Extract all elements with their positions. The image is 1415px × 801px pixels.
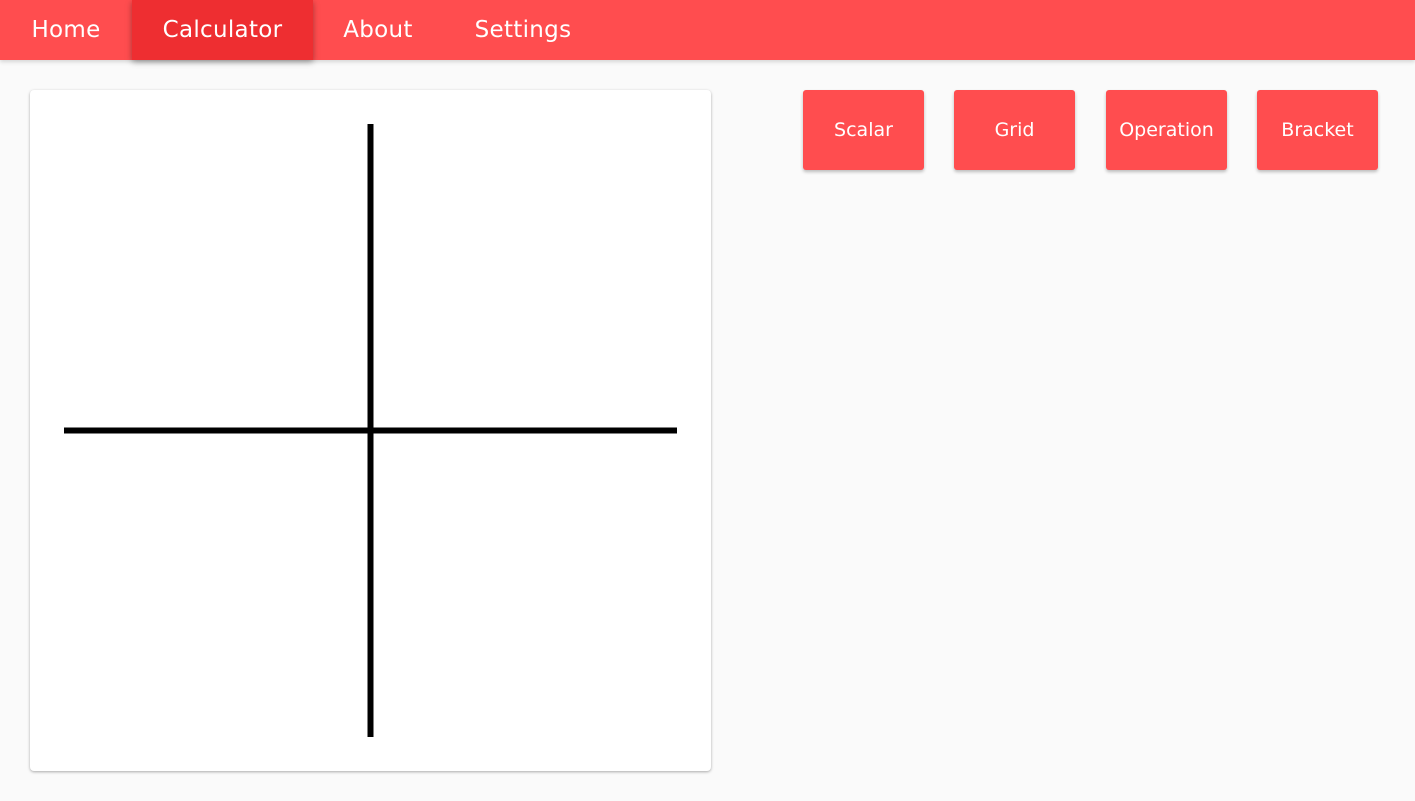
nav-calculator[interactable]: Calculator bbox=[132, 0, 313, 60]
grid-button[interactable]: Grid bbox=[954, 90, 1075, 170]
nav-home[interactable]: Home bbox=[0, 0, 132, 60]
top-navbar: Home Calculator About Settings bbox=[0, 0, 1415, 60]
operation-button[interactable]: Operation bbox=[1106, 90, 1227, 170]
scalar-button[interactable]: Scalar bbox=[803, 90, 924, 170]
nav-settings[interactable]: Settings bbox=[443, 0, 603, 60]
bracket-button[interactable]: Bracket bbox=[1257, 90, 1378, 170]
cross-icon bbox=[64, 124, 677, 737]
drawing-canvas[interactable] bbox=[30, 90, 711, 771]
nav-about[interactable]: About bbox=[313, 0, 443, 60]
